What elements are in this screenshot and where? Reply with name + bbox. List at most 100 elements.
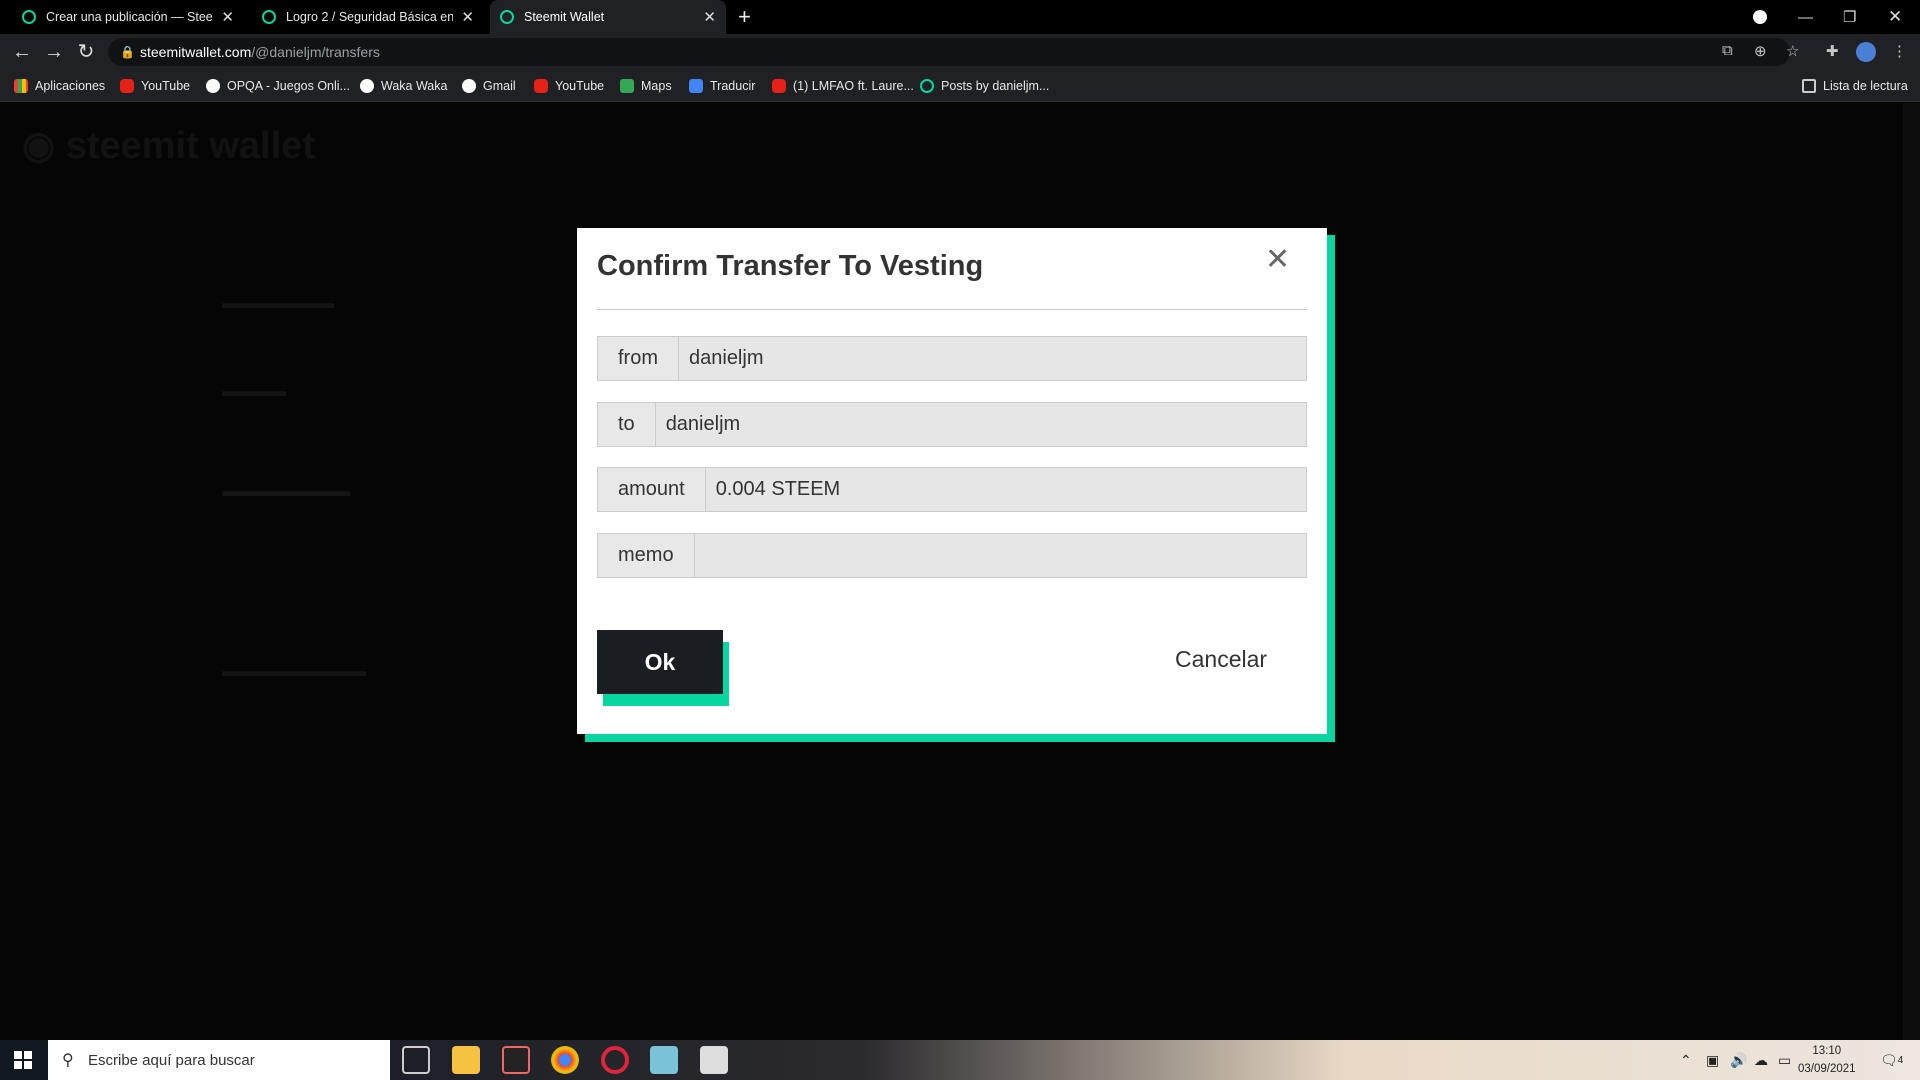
ok-button[interactable]: Ok (597, 630, 723, 694)
google-icon (462, 79, 476, 93)
amount-label: amount (598, 468, 706, 511)
clock-date: 03/09/2021 (1798, 1063, 1856, 1075)
browser-toolbar: ← → ↻ 🔒 steemitwallet.com/@danieljm/tran… (0, 34, 1920, 70)
to-field: to danieljm (597, 402, 1307, 447)
bookmark-traducir[interactable]: Traducir (689, 70, 755, 102)
zoom-icon[interactable]: ⊕ (1754, 42, 1767, 60)
opera-icon[interactable] (601, 1046, 629, 1074)
notifications-icon[interactable]: 🗨 4 (1880, 1040, 1903, 1080)
close-tab-icon[interactable]: ✕ (703, 8, 716, 26)
windows-taskbar: ⚲ Escribe aquí para buscar ⌃ ▣ 🔊 ☁ ▭ 13:… (0, 1040, 1920, 1080)
steemit-logo: ◉ steemit wallet (22, 125, 315, 167)
youtube-icon (772, 79, 786, 93)
app-icon[interactable] (650, 1046, 678, 1074)
close-icon[interactable]: ✕ (1265, 242, 1290, 277)
extensions-icon[interactable]: ✚ (1826, 42, 1839, 60)
new-tab-icon[interactable]: + (738, 4, 751, 30)
menu-kebab-icon[interactable]: ⋮ (1892, 42, 1907, 60)
page-scrollbar[interactable] (1903, 103, 1920, 1040)
browser-tab[interactable]: Logro 2 / Seguridad Básica en St ✕ (252, 0, 484, 34)
search-placeholder: Escribe aquí para buscar (88, 1051, 255, 1069)
browser-tab[interactable]: Crear una publicación — Steemit ✕ (12, 0, 244, 34)
from-value[interactable]: danieljm (679, 337, 1306, 380)
close-tab-icon[interactable]: ✕ (221, 8, 234, 26)
bookmark-lmfao[interactable]: (1) LMFAO ft. Laure... (772, 70, 914, 102)
search-icon: ⚲ (62, 1052, 74, 1069)
minimize-icon[interactable]: — (1798, 0, 1813, 34)
bookmark-maps[interactable]: Maps (620, 70, 672, 102)
translate-icon (689, 79, 703, 93)
steemit-favicon-icon (262, 10, 276, 24)
address-bar[interactable]: 🔒 steemitwallet.com/@danieljm/transfers (108, 38, 1790, 66)
from-label: from (598, 337, 679, 380)
youtube-icon (120, 79, 134, 93)
close-window-icon[interactable]: ✕ (1888, 0, 1902, 34)
bookmark-posts-by-danieljm[interactable]: Posts by danieljm... (920, 70, 1049, 102)
reading-list[interactable]: Lista de lectura (1802, 70, 1908, 102)
url-path: /@danieljm/transfers (251, 44, 380, 60)
reading-list-icon (1802, 79, 1816, 93)
back-icon[interactable]: ← (10, 40, 34, 64)
reload-icon[interactable]: ↻ (74, 40, 98, 64)
dimmed-content: ▬▬▬▬▬▬▬▬▬ (222, 663, 366, 680)
tab-title: Steemit Wallet (524, 10, 605, 24)
modal-divider (597, 309, 1307, 310)
cancel-button[interactable]: Cancelar (1175, 646, 1267, 673)
memo-value[interactable] (694, 534, 1306, 577)
url-host: steemitwallet.com (140, 44, 252, 60)
file-explorer-icon[interactable] (452, 1046, 480, 1074)
document-icon[interactable] (700, 1046, 728, 1074)
bookmark-star-icon[interactable]: ☆ (1786, 42, 1799, 60)
maps-icon (620, 79, 634, 93)
forward-icon[interactable]: → (42, 40, 66, 64)
chrome-icon[interactable] (551, 1046, 579, 1074)
amount-field: amount 0.004 STEEM (597, 467, 1307, 512)
taskbar-clock[interactable]: 13:10 03/09/2021 (1798, 1042, 1856, 1078)
dimmed-content: ▬▬▬▬▬▬▬ (222, 295, 334, 312)
clock-time: 13:10 (1812, 1045, 1842, 1057)
from-field: from danieljm (597, 336, 1307, 381)
bookmark-gmail[interactable]: Gmail (462, 70, 516, 102)
tab-title: Crear una publicación — Steemit (46, 10, 214, 24)
steemit-favicon-icon (500, 10, 514, 24)
memo-field: memo (597, 533, 1307, 578)
apps-grid-icon (14, 79, 28, 93)
browser-tab-strip: Crear una publicación — Steemit ✕ Logro … (0, 0, 1920, 34)
bookmark-opqa[interactable]: OPQA - Juegos Onli... (206, 70, 350, 102)
to-label: to (598, 403, 656, 446)
modal-title: Confirm Transfer To Vesting (597, 250, 984, 282)
close-tab-icon[interactable]: ✕ (461, 8, 474, 26)
amount-value[interactable]: 0.004 STEEM (705, 468, 1306, 511)
task-view-icon[interactable] (402, 1046, 430, 1074)
steemit-favicon-icon (22, 10, 36, 24)
app-icon[interactable] (502, 1046, 530, 1074)
restore-icon[interactable]: ❐ (1843, 0, 1856, 34)
volume-icon[interactable]: 🔊 (1730, 1040, 1747, 1080)
lock-icon: 🔒 (120, 45, 135, 59)
steemit-icon (920, 79, 934, 93)
to-value[interactable]: danieljm (655, 403, 1306, 446)
memo-label: memo (598, 534, 695, 577)
profile-avatar-icon[interactable] (1856, 42, 1876, 62)
bookmark-youtube[interactable]: YouTube (120, 70, 190, 102)
globe-icon (360, 79, 374, 93)
dimmed-content: ▬▬▬▬ (222, 383, 286, 400)
dimmed-content: ▬▬▬▬▬▬▬▬ (222, 483, 350, 500)
profile-menu-icon[interactable] (1753, 0, 1767, 34)
browser-tab-active[interactable]: Steemit Wallet ✕ (490, 0, 726, 34)
onedrive-icon[interactable]: ☁ (1754, 1040, 1768, 1080)
tray-device-icon[interactable]: ▣ (1706, 1040, 1719, 1080)
youtube-icon (534, 79, 548, 93)
windows-start-icon[interactable] (14, 1051, 32, 1069)
translate-icon[interactable]: ⧉ (1722, 42, 1733, 59)
tab-title: Logro 2 / Seguridad Básica en St (286, 10, 454, 24)
notification-count: 4 (1897, 1054, 1904, 1066)
tray-chevron-icon[interactable]: ⌃ (1680, 1040, 1692, 1080)
network-icon[interactable]: ▭ (1778, 1040, 1791, 1080)
bookmark-apps[interactable]: Aplicaciones (14, 70, 105, 102)
taskbar-search[interactable]: ⚲ Escribe aquí para buscar (48, 1040, 390, 1080)
bookmark-waka-waka[interactable]: Waka Waka (360, 70, 447, 102)
confirm-transfer-modal: Confirm Transfer To Vesting ✕ from danie… (577, 228, 1327, 734)
bookmarks-bar: Aplicaciones YouTube OPQA - Juegos Onli.… (0, 70, 1920, 102)
bookmark-youtube-2[interactable]: YouTube (534, 70, 604, 102)
